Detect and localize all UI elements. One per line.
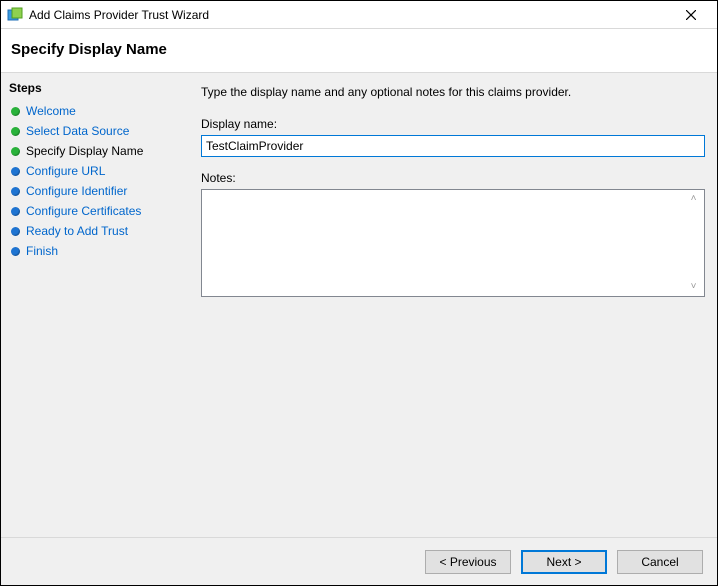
header: Specify Display Name xyxy=(1,29,717,73)
step-bullet-icon xyxy=(11,147,20,156)
step-label: Configure Certificates xyxy=(26,204,141,218)
step-label: Ready to Add Trust xyxy=(26,224,128,238)
step-bullet-icon xyxy=(11,207,20,216)
step-configure-certificates[interactable]: Configure Certificates xyxy=(9,201,181,221)
step-configure-url[interactable]: Configure URL xyxy=(9,161,181,181)
step-bullet-icon xyxy=(11,247,20,256)
step-ready-to-add-trust[interactable]: Ready to Add Trust xyxy=(9,221,181,241)
steps-heading: Steps xyxy=(9,79,181,101)
next-button[interactable]: Next > xyxy=(521,550,607,574)
window-title: Add Claims Provider Trust Wizard xyxy=(29,8,671,22)
content-panel: Type the display name and any optional n… xyxy=(189,73,717,537)
step-configure-identifier[interactable]: Configure Identifier xyxy=(9,181,181,201)
close-icon xyxy=(686,10,696,20)
page-title: Specify Display Name xyxy=(11,41,707,58)
steps-sidebar: Steps Welcome Select Data Source Specify… xyxy=(1,73,189,537)
footer: < Previous Next > Cancel xyxy=(1,537,717,585)
scroll-up-icon: ˄ xyxy=(691,192,697,206)
step-bullet-icon xyxy=(11,107,20,116)
step-bullet-icon xyxy=(11,187,20,196)
step-welcome[interactable]: Welcome xyxy=(9,101,181,121)
step-bullet-icon xyxy=(11,167,20,176)
step-bullet-icon xyxy=(11,127,20,136)
step-select-data-source[interactable]: Select Data Source xyxy=(9,121,181,141)
step-bullet-icon xyxy=(11,227,20,236)
close-button[interactable] xyxy=(671,1,711,29)
previous-button[interactable]: < Previous xyxy=(425,550,511,574)
step-label: Select Data Source xyxy=(26,124,129,138)
app-icon xyxy=(7,7,23,23)
notes-textarea[interactable] xyxy=(204,192,685,294)
step-label: Finish xyxy=(26,244,58,258)
step-label: Configure Identifier xyxy=(26,184,127,198)
step-label: Specify Display Name xyxy=(26,144,143,158)
titlebar: Add Claims Provider Trust Wizard xyxy=(1,1,717,29)
notes-box: ˄ ˅ xyxy=(201,189,705,297)
step-label: Welcome xyxy=(26,104,76,118)
instruction-text: Type the display name and any optional n… xyxy=(201,81,705,117)
body: Steps Welcome Select Data Source Specify… xyxy=(1,73,717,537)
cancel-button[interactable]: Cancel xyxy=(617,550,703,574)
notes-scrollbar[interactable]: ˄ ˅ xyxy=(685,192,702,294)
display-name-input[interactable] xyxy=(201,135,705,157)
step-finish[interactable]: Finish xyxy=(9,241,181,261)
notes-label: Notes: xyxy=(201,171,705,189)
display-name-label: Display name: xyxy=(201,117,705,135)
step-label: Configure URL xyxy=(26,164,105,178)
step-specify-display-name[interactable]: Specify Display Name xyxy=(9,141,181,161)
scroll-down-icon: ˅ xyxy=(691,280,697,294)
